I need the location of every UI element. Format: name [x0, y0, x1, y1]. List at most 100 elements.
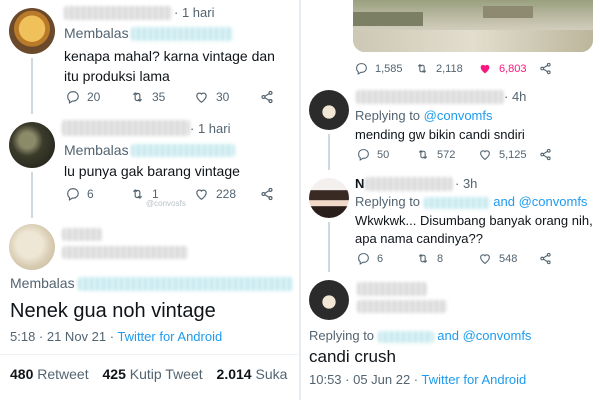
- retweet-icon: [418, 253, 428, 264]
- tweet-time[interactable]: · 1 hari: [190, 121, 230, 136]
- quote-stat[interactable]: 425 Kutip Tweet: [103, 366, 203, 382]
- tweet-stats: 480 Retweet 425 Kutip Tweet 2.014 Suka: [10, 366, 287, 382]
- divider: [0, 354, 298, 355]
- retweet-icon: [133, 189, 142, 199]
- display-name-visible[interactable]: N: [355, 176, 364, 191]
- retweet-action[interactable]: 8: [416, 252, 443, 265]
- avatar[interactable]: [309, 280, 349, 320]
- mention-link[interactable]: and @convomfs: [437, 328, 531, 343]
- reply-action[interactable]: 20: [66, 90, 100, 104]
- display-name-redacted[interactable]: [62, 120, 190, 136]
- timestamp-text[interactable]: 10:53 · 05 Jun 22 ·: [309, 372, 422, 387]
- share-action[interactable]: [539, 148, 552, 161]
- like-count: 5,125: [499, 148, 527, 161]
- client-link[interactable]: Twitter for Android: [117, 329, 222, 344]
- retweet-count: 572: [437, 148, 456, 161]
- tweet-reply[interactable]: · 4h Replying to @convomfs mending gw bi…: [301, 84, 600, 170]
- display-name-redacted[interactable]: [64, 6, 172, 20]
- reply-action[interactable]: 6: [357, 252, 383, 265]
- reply-icon: [67, 91, 79, 104]
- image-ground: [353, 30, 593, 52]
- tweet-timestamp: 10:53 · 05 Jun 22 · Twitter for Android: [309, 372, 526, 387]
- reply-action[interactable]: 1,585: [355, 62, 403, 75]
- replying-line: Replying to and @convomfs: [355, 194, 587, 209]
- tweet-text: kenapa mahal? karna vintage dan itu prod…: [64, 48, 275, 84]
- display-name-redacted[interactable]: [356, 90, 504, 104]
- share-icon: [261, 187, 273, 201]
- tweet-text: Wkwkwk... Disumbang banyak orang nih, ap…: [355, 213, 593, 246]
- avatar[interactable]: [9, 8, 55, 54]
- reply-icon: [67, 188, 79, 201]
- avatar[interactable]: [309, 178, 349, 218]
- like-action[interactable]: 30: [194, 90, 229, 104]
- reply-action[interactable]: 50: [357, 148, 389, 161]
- tweet-time[interactable]: · 1 hari: [174, 5, 214, 20]
- replying-handle-redacted[interactable]: [131, 27, 233, 41]
- avatar[interactable]: [9, 224, 55, 270]
- heart-icon: [196, 92, 207, 103]
- left-panel: · 1 hari Membalas kenapa mahal? karna vi…: [0, 0, 298, 400]
- tweet-time[interactable]: · 4h: [504, 89, 526, 104]
- retweet-count: 8: [437, 252, 444, 265]
- avatar[interactable]: [309, 90, 349, 130]
- thread-line: [328, 134, 330, 170]
- like-action[interactable]: 5,125: [478, 148, 527, 161]
- replying-handle-redacted[interactable]: [423, 196, 490, 209]
- share-action[interactable]: [260, 90, 274, 104]
- reply-count: 6: [87, 187, 94, 201]
- handle-redacted[interactable]: [357, 300, 447, 313]
- share-action[interactable]: [539, 62, 552, 75]
- tweet-time[interactable]: · 3h: [455, 176, 477, 191]
- handle-redacted[interactable]: [62, 246, 188, 259]
- timestamp-text[interactable]: 5:18 · 21 Nov 21 ·: [10, 329, 117, 344]
- retweet-action[interactable]: 35: [130, 90, 165, 104]
- display-name-redacted[interactable]: [62, 228, 102, 241]
- replying-handle-redacted[interactable]: [78, 277, 293, 291]
- replying-handle-redacted[interactable]: [377, 330, 434, 343]
- like-stat[interactable]: 2.014 Suka: [217, 366, 288, 382]
- display-name-redacted[interactable]: [365, 177, 453, 191]
- retweet-icon: [418, 149, 428, 160]
- heart-filled-icon: [480, 64, 490, 74]
- reply-action[interactable]: 6: [66, 187, 94, 201]
- reply-icon: [356, 63, 367, 75]
- mention-link[interactable]: and @convomfs: [493, 194, 587, 209]
- retweet-action[interactable]: 2,118: [415, 62, 463, 75]
- like-action[interactable]: 548: [478, 252, 517, 265]
- reply-count: 1,585: [375, 62, 403, 75]
- retweet-action[interactable]: 572: [416, 148, 455, 161]
- main-tweet: Replying to and @convomfs candi crush 10…: [301, 276, 600, 400]
- share-action[interactable]: [539, 252, 552, 265]
- reply-icon: [358, 253, 369, 265]
- thread-line: [31, 172, 33, 218]
- display-name-redacted[interactable]: [357, 282, 427, 296]
- share-icon: [540, 148, 551, 161]
- replying-handle-redacted[interactable]: [131, 144, 235, 157]
- like-count: 6,803: [499, 62, 527, 75]
- client-link[interactable]: Twitter for Android: [422, 372, 527, 387]
- replying-label: Replying to: [355, 194, 421, 209]
- like-action[interactable]: 6,803: [478, 62, 527, 75]
- share-action[interactable]: [260, 187, 274, 201]
- retweet-count: 35: [152, 90, 166, 104]
- mention-link[interactable]: @convomfs: [424, 108, 493, 123]
- tweet-reply[interactable]: · 1 hari Membalas lu punya gak barang vi…: [0, 116, 298, 218]
- tweet-reply[interactable]: N · 3h Replying to and @convomfs Wkwkwk.…: [301, 172, 600, 272]
- thread-line: [328, 222, 330, 272]
- retweet-stat[interactable]: 480 Retweet: [10, 366, 89, 382]
- avatar[interactable]: [9, 122, 55, 168]
- tweet-timestamp: 5:18 · 21 Nov 21 · Twitter for Android: [10, 329, 222, 344]
- tweet-text: candi crush: [309, 347, 396, 366]
- like-action[interactable]: 228: [194, 187, 236, 201]
- tweet-text: mending gw bikin candi sndiri: [355, 127, 525, 142]
- reply-icon: [358, 149, 369, 161]
- heart-icon: [480, 254, 490, 265]
- replying-label: Replying to: [309, 328, 375, 343]
- reply-count: 20: [87, 90, 101, 104]
- retweet-icon: [417, 63, 427, 74]
- replying-label: Membalas: [64, 25, 129, 41]
- replying-line: Replying to and @convomfs: [309, 328, 531, 343]
- tweet-text: Nenek gua noh vintage: [10, 300, 216, 322]
- tweet-reply[interactable]: · 1 hari Membalas kenapa mahal? karna vi…: [0, 0, 298, 114]
- tweet-image[interactable]: [353, 0, 593, 52]
